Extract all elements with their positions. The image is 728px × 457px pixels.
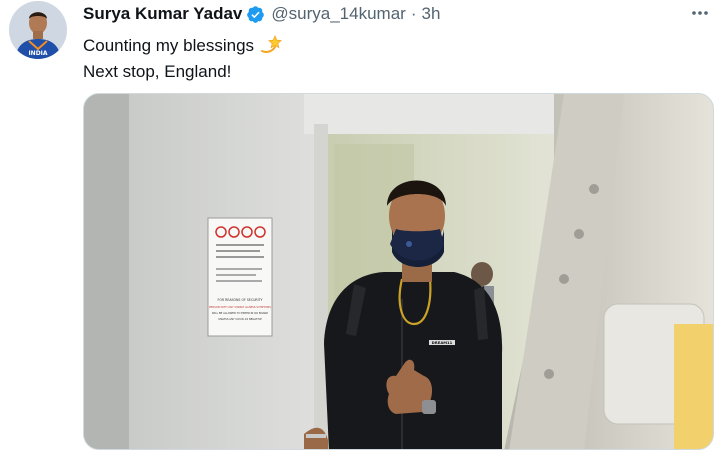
sign-heading: FOR REASONS OF SECURITY [218, 298, 263, 302]
dizzy-star-emoji-icon [261, 35, 282, 53]
avatar-jersey-text: INDIA [28, 50, 47, 57]
more-dots-icon [692, 11, 708, 15]
sign-line-3: UNLESS ANY COVID-19 NEGATIVE [218, 317, 262, 321]
sign-line-2: WILL BE ALLOWED TO ENTER IN OR BOARD [212, 311, 268, 315]
profile-photo-icon: INDIA [9, 1, 67, 59]
tweet-text-line-2: Next stop, England! [83, 62, 232, 81]
tweet-text-line-1: Counting my blessings [83, 33, 703, 59]
jacket-brand: DREAM11 [432, 340, 453, 345]
tweet-media-photo[interactable]: FOR REASONS OF SECURITY PERSON WITH ANY … [83, 93, 714, 450]
timestamp[interactable]: 3h [422, 3, 441, 25]
sign-line-1: PERSON WITH ANY VISIBLE ILLNESS SYMPTOMS [209, 305, 271, 309]
author-name[interactable]: Surya Kumar Yadav [83, 3, 242, 25]
author-handle[interactable]: @surya_14kumar [271, 3, 405, 25]
tweet-header: Surya Kumar Yadav @surya_14kumar · 3h [83, 3, 440, 25]
tweet-text-line-1-content: Counting my blessings [83, 36, 255, 55]
photo-man-boarding-aircraft-icon: FOR REASONS OF SECURITY PERSON WITH ANY … [84, 94, 713, 449]
verified-badge-icon [247, 5, 265, 23]
more-options-button[interactable] [686, 2, 714, 24]
avatar[interactable]: INDIA [9, 1, 67, 59]
tweet-card[interactable]: INDIA Surya Kumar Yadav @surya_14kumar ·… [0, 0, 728, 457]
separator-dot: · [410, 4, 417, 23]
tweet-text: Counting my blessings Next stop, England… [83, 33, 703, 85]
